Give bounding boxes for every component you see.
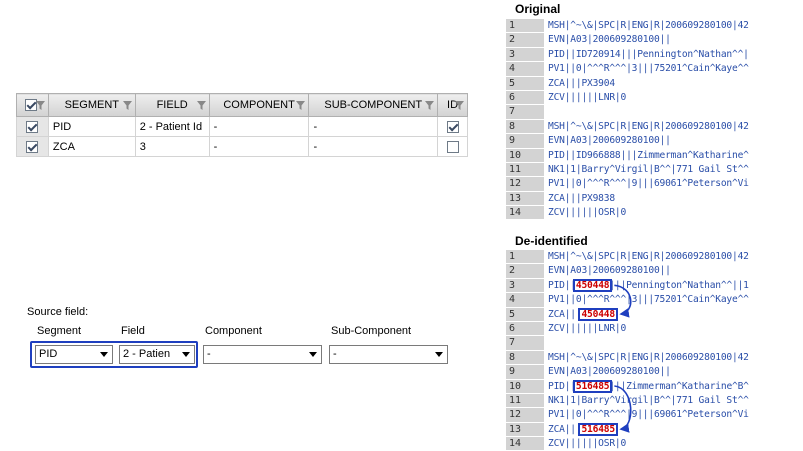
replaced-value-box <box>572 278 613 292</box>
link-arrows <box>614 284 632 433</box>
replaced-value-box <box>572 379 613 393</box>
replaced-value-box <box>578 307 618 321</box>
replaced-value-box <box>578 422 618 436</box>
